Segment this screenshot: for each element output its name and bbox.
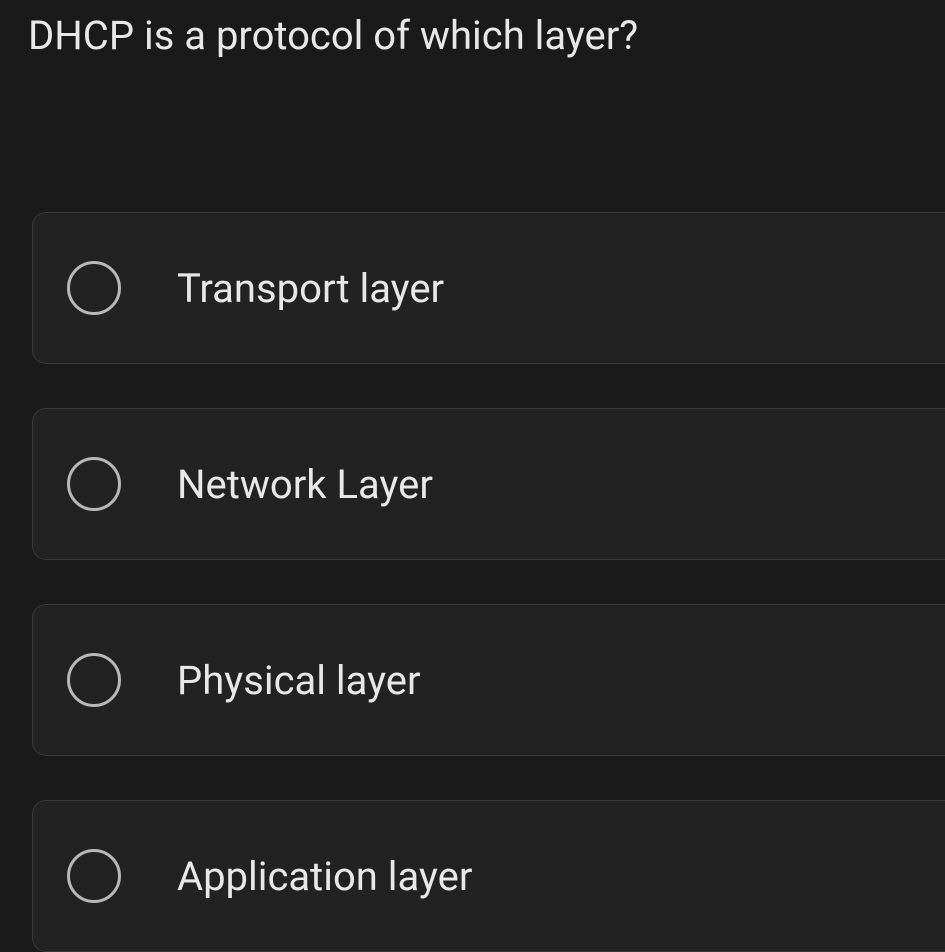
radio-icon bbox=[67, 261, 121, 315]
radio-icon bbox=[67, 457, 121, 511]
option-label: Application layer bbox=[177, 853, 472, 900]
option-label: Transport layer bbox=[177, 265, 444, 312]
radio-icon bbox=[67, 653, 121, 707]
option-physical-layer[interactable]: Physical layer bbox=[32, 604, 945, 756]
option-application-layer[interactable]: Application layer bbox=[32, 800, 945, 952]
option-label: Network Layer bbox=[177, 461, 433, 508]
radio-icon bbox=[67, 849, 121, 903]
options-container: Transport layer Network Layer Physical l… bbox=[0, 212, 945, 952]
question-text: DHCP is a protocol of which layer? bbox=[0, 0, 945, 62]
option-label: Physical layer bbox=[177, 657, 421, 704]
option-network-layer[interactable]: Network Layer bbox=[32, 408, 945, 560]
option-transport-layer[interactable]: Transport layer bbox=[32, 212, 945, 364]
